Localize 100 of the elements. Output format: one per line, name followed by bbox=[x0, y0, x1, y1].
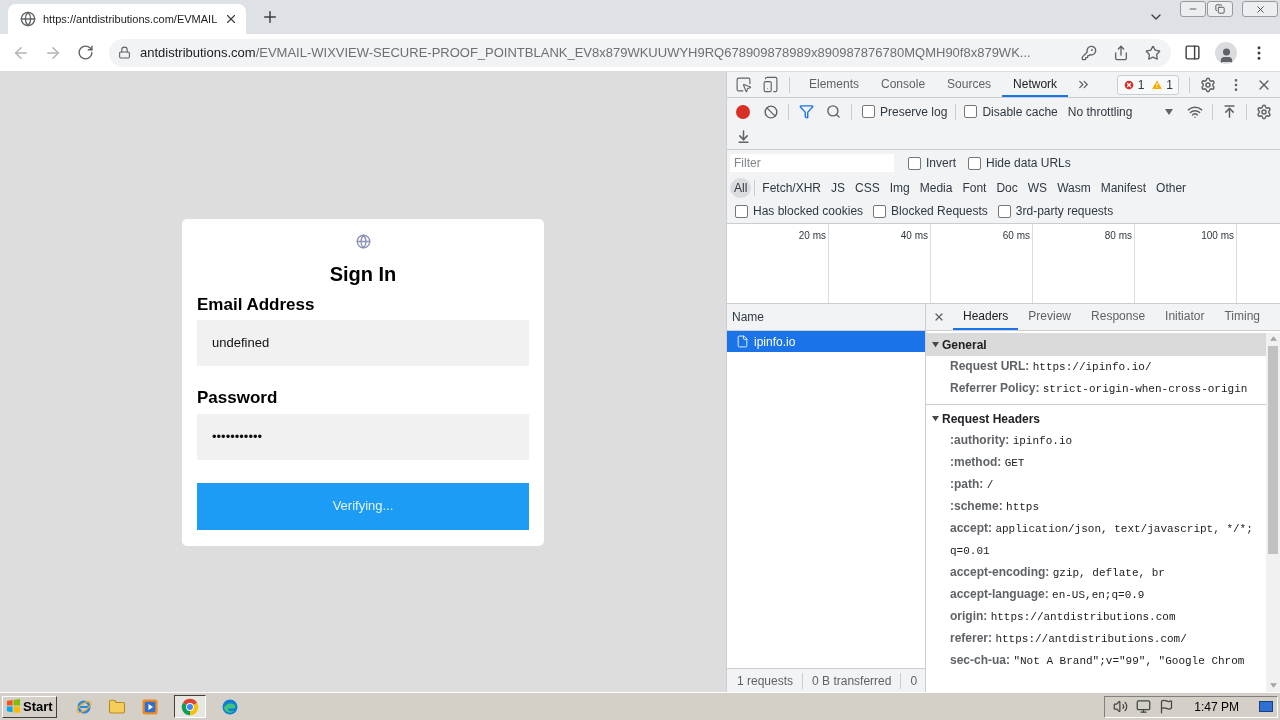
checkbox-label[interactable]: Blocked Requests bbox=[891, 202, 988, 220]
type-filter[interactable]: All bbox=[730, 177, 752, 198]
password-field[interactable]: ••••••••••• bbox=[197, 413, 529, 460]
checkbox[interactable] bbox=[862, 105, 875, 118]
speaker-icon[interactable] bbox=[1113, 699, 1129, 714]
new-tab-icon[interactable] bbox=[261, 8, 279, 26]
upload-icon[interactable] bbox=[1222, 104, 1237, 119]
filter-field[interactable]: Filter bbox=[730, 154, 894, 172]
type-filter[interactable]: JS bbox=[827, 177, 850, 198]
timeline-tick: 100 ms bbox=[1201, 229, 1234, 240]
bookmark-star-icon[interactable] bbox=[1145, 44, 1161, 61]
checkbox[interactable] bbox=[735, 204, 748, 218]
details-tab[interactable]: Response bbox=[1081, 304, 1156, 330]
details-tab[interactable]: Timing bbox=[1214, 304, 1270, 330]
devtools-tab[interactable]: Elements bbox=[798, 72, 871, 97]
header-row-text: accept-encoding: gzip, deflate, br bbox=[950, 564, 1166, 581]
checkbox[interactable] bbox=[908, 156, 921, 170]
media-player-icon bbox=[140, 697, 159, 716]
type-filter[interactable]: Media bbox=[915, 177, 957, 198]
header-row-text: accept-language: en-US,en;q=0.9 bbox=[950, 586, 1146, 603]
type-filter[interactable]: Font bbox=[958, 177, 991, 198]
header-row-text: :path: / bbox=[950, 476, 995, 493]
type-filter[interactable]: WS bbox=[1023, 177, 1052, 198]
checkbox[interactable] bbox=[964, 105, 978, 118]
section-header[interactable]: Request Headers bbox=[926, 407, 1266, 430]
header-row-text: origin: https://antdistributions.com bbox=[950, 608, 1177, 625]
inspect-icon[interactable] bbox=[735, 76, 752, 93]
email-field[interactable]: undefined bbox=[197, 319, 529, 366]
browser-tab[interactable]: https://antdistributions.com/EVMAIL bbox=[8, 4, 246, 34]
error-count: 1 bbox=[1137, 76, 1145, 94]
globe-icon bbox=[355, 233, 371, 249]
checkbox-label[interactable]: Preserve log bbox=[880, 102, 948, 121]
devtools-tab[interactable]: Sources bbox=[936, 72, 1003, 97]
reload-icon[interactable] bbox=[77, 44, 94, 61]
device-toolbar-icon[interactable] bbox=[762, 76, 779, 93]
status-text: 1 requests bbox=[737, 672, 794, 690]
card-title: Sign In bbox=[328, 261, 398, 286]
profile-avatar-icon[interactable] bbox=[1215, 41, 1237, 64]
restore-button[interactable] bbox=[1207, 1, 1233, 17]
header-row-text: :authority: ipinfo.io bbox=[950, 432, 1074, 449]
type-filter[interactable]: Fetch/XHR bbox=[758, 177, 826, 198]
details-tab[interactable]: Initiator bbox=[1155, 304, 1215, 330]
globe-icon bbox=[20, 11, 36, 27]
browser-icon bbox=[220, 697, 239, 716]
devtools-tab[interactable]: Console bbox=[870, 72, 937, 97]
scrollbar-thumb[interactable] bbox=[1268, 346, 1278, 554]
checkbox-label[interactable]: Disable cache bbox=[982, 102, 1058, 121]
collapse-triangle-icon[interactable] bbox=[932, 415, 939, 422]
close-icon bbox=[1254, 3, 1266, 15]
header-row-text: :scheme: https bbox=[950, 498, 1041, 515]
warning-icon bbox=[1151, 78, 1164, 91]
type-filter[interactable]: Img bbox=[885, 177, 914, 198]
header-row-text: :method: GET bbox=[950, 454, 1026, 471]
checkbox[interactable] bbox=[873, 204, 887, 218]
section-header[interactable]: General bbox=[926, 333, 1266, 356]
url-text: antdistributions.com/EVMAIL-WIXVIEW-SECURE-PROOF_POINTBLANK_EV8x879WKUUWYH9RQ678909878989x890987876780MQMH90f8x879WK... bbox=[140, 43, 1031, 62]
header-row-text: Referrer Policy: strict-origin-when-cross-origin bbox=[950, 380, 1249, 397]
type-filter[interactable]: Doc bbox=[992, 177, 1022, 198]
close-icon[interactable] bbox=[933, 311, 945, 323]
collapse-triangle-icon[interactable] bbox=[932, 341, 939, 348]
document-icon bbox=[736, 335, 749, 348]
details-tab[interactable]: Preview bbox=[1018, 304, 1082, 330]
flag-icon[interactable] bbox=[1159, 699, 1175, 714]
download-icon[interactable] bbox=[736, 128, 751, 144]
timeline-tick: 60 ms bbox=[1002, 229, 1030, 240]
start-button[interactable]: Start bbox=[2, 695, 57, 718]
share-icon[interactable] bbox=[1113, 44, 1129, 61]
address-bar[interactable]: antdistributions.com/EVMAIL-WIXVIEW-SECURE-PROOF_POINTBLANK_EV8x879WKUUWYH9RQ678909878989x890987876780MQMH90f8x879WK... bbox=[109, 38, 1171, 67]
start-logo-icon bbox=[6, 699, 21, 714]
status-text: 0 bbox=[910, 672, 918, 690]
checkbox-label[interactable]: Invert bbox=[926, 154, 956, 172]
timeline-tick: 20 ms bbox=[798, 229, 826, 240]
checkbox[interactable] bbox=[997, 204, 1011, 218]
type-filter[interactable]: CSS bbox=[851, 177, 884, 198]
checkbox-label[interactable]: 3rd-party requests bbox=[1015, 202, 1114, 220]
close-icon[interactable] bbox=[224, 12, 238, 26]
type-filter[interactable]: Other bbox=[1152, 177, 1191, 198]
type-filter[interactable]: Manifest bbox=[1096, 177, 1151, 198]
header-row-text: referer: https://antdistributions.com/ bbox=[950, 630, 1188, 647]
search-icon[interactable] bbox=[826, 104, 841, 119]
side-panel-icon[interactable] bbox=[1184, 44, 1201, 61]
monitor-icon[interactable] bbox=[1136, 699, 1152, 714]
issues-badge[interactable]: 1 1 bbox=[1116, 74, 1179, 95]
record-icon[interactable] bbox=[736, 104, 750, 119]
checkbox-label[interactable]: Hide data URLs bbox=[986, 154, 1071, 172]
folder-icon bbox=[107, 697, 126, 716]
settings-icon[interactable] bbox=[1200, 76, 1216, 93]
throttling-dropdown[interactable]: No throttling bbox=[1067, 102, 1173, 121]
checkbox-label[interactable]: Has blocked cookies bbox=[753, 202, 864, 220]
request-row[interactable]: ipinfo.io bbox=[727, 331, 925, 352]
timeline-tick: 40 ms bbox=[900, 229, 928, 240]
type-filter[interactable]: Wasm bbox=[1053, 177, 1095, 198]
column-header[interactable]: Name bbox=[732, 308, 764, 326]
taskbar-button[interactable] bbox=[173, 695, 206, 718]
details-tab[interactable]: Headers bbox=[953, 304, 1019, 330]
settings-icon[interactable] bbox=[1256, 103, 1272, 120]
clear-icon[interactable] bbox=[764, 104, 778, 119]
checkbox[interactable] bbox=[968, 156, 981, 170]
filter-icon[interactable] bbox=[799, 104, 814, 119]
key-icon[interactable] bbox=[1081, 44, 1097, 61]
